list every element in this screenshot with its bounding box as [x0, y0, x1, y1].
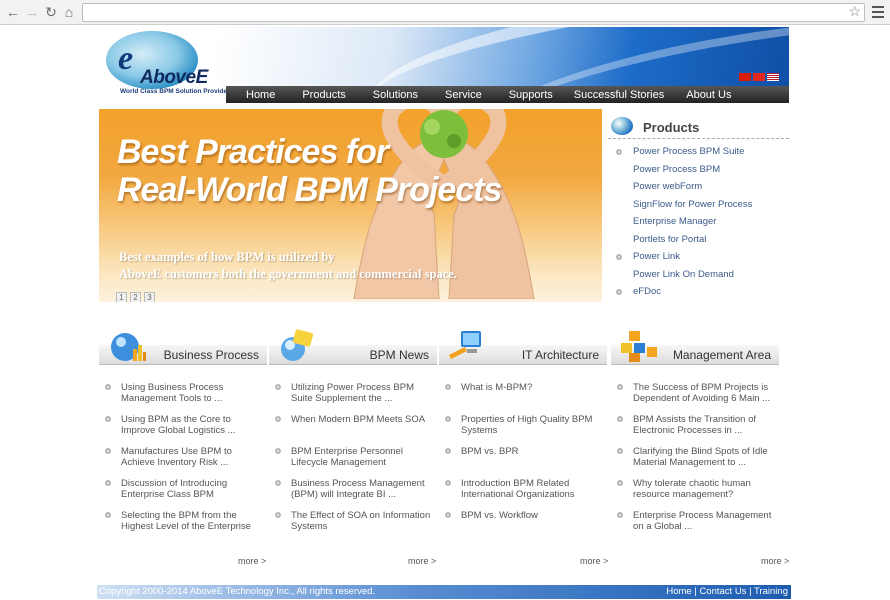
- product-link[interactable]: eFDoc: [608, 286, 789, 304]
- article-link[interactable]: BPM Assists the Transition of Electronic…: [611, 414, 779, 436]
- news-folder-icon: [281, 329, 314, 361]
- footer-links: Home | Contact Us | Training: [666, 586, 788, 597]
- main-nav: Home Products Solutions Service Supports…: [226, 86, 789, 103]
- more-link-business-process[interactable]: more >: [238, 556, 266, 566]
- product-link[interactable]: Power Process BPM Suite: [608, 146, 789, 164]
- article-list: Utilizing Power Process BPM Suite Supple…: [269, 382, 437, 532]
- product-link[interactable]: Power Process BPM: [608, 164, 789, 182]
- product-link[interactable]: Enterprise Manager: [608, 216, 789, 234]
- column-header: IT Architecture: [439, 329, 607, 365]
- globe-chart-icon: [111, 333, 146, 361]
- page: e AboveE World Class BPM Solution Provid…: [97, 25, 791, 600]
- nav-solutions[interactable]: Solutions: [365, 89, 437, 101]
- slide-selector: 123: [116, 287, 158, 302]
- product-link[interactable]: Power Link: [608, 251, 789, 269]
- logo-name: AboveE: [140, 67, 208, 88]
- article-link[interactable]: Introduction BPM Related International O…: [439, 478, 607, 500]
- computer-tools-icon: [449, 331, 481, 359]
- column-title: Business Process: [163, 348, 259, 362]
- article-link[interactable]: Utilizing Power Process BPM Suite Supple…: [269, 382, 437, 404]
- article-link[interactable]: BPM vs. BPR: [439, 446, 607, 468]
- address-bar[interactable]: ☆: [82, 3, 865, 22]
- product-link[interactable]: Power webForm: [608, 181, 789, 199]
- article-link[interactable]: The Effect of SOA on Information Systems: [269, 510, 437, 532]
- globe-icon: [611, 117, 633, 135]
- more-link-bpm-news[interactable]: more >: [408, 556, 436, 566]
- slide-3-button[interactable]: 3: [144, 292, 155, 302]
- column-management-area: Management Area The Success of BPM Proje…: [611, 329, 779, 542]
- article-link[interactable]: When Modern BPM Meets SOA: [269, 414, 437, 436]
- cubes-icon: [621, 331, 657, 362]
- footer-link-training[interactable]: Training: [754, 586, 788, 597]
- flag-english-icon[interactable]: [767, 73, 779, 81]
- logo-tagline: World Class BPM Solution Provider: [120, 88, 230, 95]
- nav-about-us[interactable]: About Us: [678, 89, 739, 101]
- article-link[interactable]: The Success of BPM Projects is Dependent…: [611, 382, 779, 404]
- products-header: Products: [608, 115, 789, 139]
- article-link[interactable]: Manufactures Use BPM to Achieve Inventor…: [99, 446, 267, 468]
- column-it-architecture: IT Architecture What is M-BPM? Properties…: [439, 329, 607, 542]
- article-link[interactable]: Discussion of Introducing Enterprise Cla…: [99, 478, 267, 500]
- article-link[interactable]: BPM vs. Workflow: [439, 510, 607, 532]
- article-list: Using Business Process Management Tools …: [99, 382, 267, 532]
- slide-1-button[interactable]: 1: [116, 292, 127, 302]
- column-title: BPM News: [369, 348, 429, 362]
- products-title: Products: [643, 120, 700, 135]
- nav-products[interactable]: Products: [294, 89, 364, 101]
- column-header: Business Process: [99, 329, 267, 365]
- article-link[interactable]: Why tolerate chaotic human resource mana…: [611, 478, 779, 500]
- products-panel: Products Power Process BPM Suite Power Pr…: [608, 115, 789, 304]
- flag-traditional-chinese-icon[interactable]: [739, 73, 751, 81]
- bookmark-star-icon[interactable]: ☆: [848, 3, 861, 20]
- hero-subtitle: Best examples of how BPM is utilized by …: [119, 250, 457, 281]
- home-icon[interactable]: ⌂: [61, 4, 77, 20]
- article-list: The Success of BPM Projects is Dependent…: [611, 382, 779, 532]
- column-title: IT Architecture: [521, 348, 599, 362]
- banner-graphic: [219, 27, 789, 89]
- slide-2-button[interactable]: 2: [130, 292, 141, 302]
- column-business-process: Business Process Using Business Process …: [99, 329, 267, 542]
- forward-icon[interactable]: →: [24, 4, 40, 20]
- column-bpm-news: BPM News Utilizing Power Process BPM Sui…: [269, 329, 437, 542]
- article-link[interactable]: Clarifying the Blind Spots of Idle Mater…: [611, 446, 779, 468]
- article-link[interactable]: Enterprise Process Management on a Globa…: [611, 510, 779, 532]
- article-link[interactable]: Using BPM as the Core to Improve Global …: [99, 414, 267, 436]
- more-link-management-area[interactable]: more >: [761, 556, 789, 566]
- product-link[interactable]: Portlets for Portal: [608, 234, 789, 252]
- reload-icon[interactable]: ↻: [43, 4, 59, 20]
- product-link[interactable]: Power Link On Demand: [608, 269, 789, 287]
- column-title: Management Area: [672, 348, 771, 362]
- header-banner: e AboveE World Class BPM Solution Provid…: [97, 25, 791, 103]
- article-link[interactable]: BPM Enterprise Personnel Lifecycle Manag…: [269, 446, 437, 468]
- article-link[interactable]: Using Business Process Management Tools …: [99, 382, 267, 404]
- column-header: Management Area: [611, 329, 779, 365]
- hero-slideshow[interactable]: Best Practices for Real-World BPM Projec…: [99, 109, 602, 302]
- copyright-text: Copyright 2000-2014 AboveE Technology In…: [99, 586, 376, 597]
- nav-service[interactable]: Service: [437, 89, 501, 101]
- nav-home[interactable]: Home: [226, 89, 294, 101]
- hero-title: Best Practices for Real-World BPM Projec…: [117, 133, 502, 209]
- flag-simplified-chinese-icon[interactable]: [753, 73, 765, 81]
- language-flags: [737, 73, 779, 83]
- article-link[interactable]: What is M-BPM?: [439, 382, 607, 404]
- article-link[interactable]: Selecting the BPM from the Highest Level…: [99, 510, 267, 532]
- browser-toolbar: ← → ↻ ⌂ ☆: [0, 0, 890, 25]
- footer-separator: |: [749, 586, 752, 597]
- footer-link-contact-us[interactable]: Contact Us: [699, 586, 746, 597]
- browser-menu-icon[interactable]: [872, 6, 884, 18]
- article-link[interactable]: Properties of High Quality BPM Systems: [439, 414, 607, 436]
- column-header: BPM News: [269, 329, 437, 365]
- product-link[interactable]: SignFlow for Power Process: [608, 199, 789, 217]
- products-list: Power Process BPM Suite Power Process BPM…: [608, 146, 789, 304]
- back-icon[interactable]: ←: [5, 4, 21, 20]
- article-link[interactable]: Business Process Management (BPM) will I…: [269, 478, 437, 500]
- footer: Copyright 2000-2014 AboveE Technology In…: [97, 585, 791, 599]
- nav-successful-stories[interactable]: Successful Stories: [566, 89, 678, 101]
- more-link-it-architecture[interactable]: more >: [580, 556, 608, 566]
- footer-link-home[interactable]: Home: [666, 586, 691, 597]
- footer-separator: |: [694, 586, 697, 597]
- article-list: What is M-BPM? Properties of High Quality…: [439, 382, 607, 532]
- nav-supports[interactable]: Supports: [501, 89, 566, 101]
- company-logo[interactable]: e AboveE World Class BPM Solution Provid…: [100, 27, 230, 103]
